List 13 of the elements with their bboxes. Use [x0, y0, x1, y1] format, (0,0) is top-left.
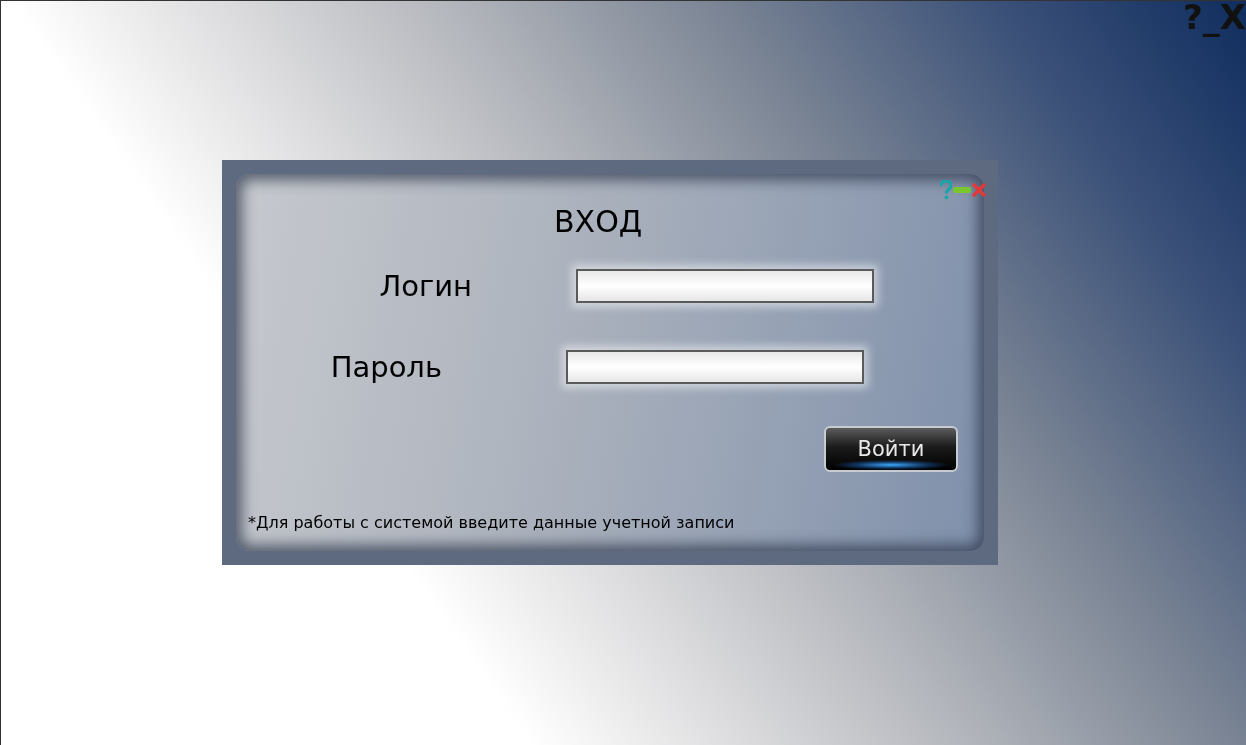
window-control[interactable]: X [1219, 0, 1246, 37]
window-control[interactable]: _ [1202, 0, 1220, 37]
input-field[interactable] [566, 350, 864, 384]
field-label: Пароль [329, 350, 442, 384]
window-control[interactable]: ? [1183, 0, 1203, 37]
field-label: Логин [378, 269, 472, 303]
minimize-icon[interactable] [953, 186, 971, 194]
dialog-title: ВХОД [554, 204, 643, 239]
input-field[interactable] [576, 269, 874, 303]
help-icon[interactable] [940, 180, 952, 200]
close-icon[interactable] [972, 183, 986, 197]
hint-text: *Для работы с системой введите данные учетной записи [248, 513, 735, 532]
login-button[interactable]: Войти [824, 426, 958, 472]
